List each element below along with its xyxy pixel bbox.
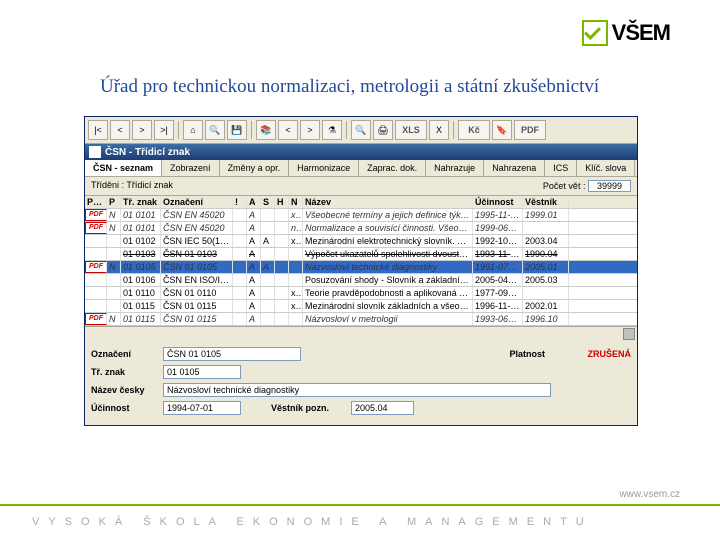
col-header[interactable]: ! — [233, 196, 247, 208]
col-header[interactable]: P — [107, 196, 121, 208]
bookmark-button[interactable]: 🔖 — [492, 120, 512, 140]
nav-next-button[interactable]: > — [132, 120, 152, 140]
detail-tz-field[interactable] — [163, 365, 241, 379]
detail-nazev-label: Název česky — [91, 385, 163, 395]
table-row[interactable]: PDFN01 0115ČSN 01 0115ANázvosloví v metr… — [85, 313, 637, 326]
tab-1[interactable]: Zobrazení — [162, 160, 220, 176]
pdf-icon: PDF — [85, 313, 107, 325]
zoom-button[interactable]: 🔍 — [351, 120, 371, 140]
excel-button[interactable]: X — [429, 120, 449, 140]
window-titlebar: ČSN - Třídicí znak — [85, 144, 637, 160]
col-header[interactable]: Název — [303, 196, 473, 208]
toolbar: |< < > >| ⌂ 🔍 💾 📚 < > ⚗ 🔍 🖨 XLS X Kč 🔖 P… — [85, 117, 637, 144]
table-row[interactable]: PDFN01 0105ČSN 01 0105AANázvosloví techn… — [85, 261, 637, 274]
detail-oznaceni-field[interactable] — [163, 347, 301, 361]
tab-5[interactable]: Nahrazuje — [426, 160, 484, 176]
tab-8[interactable]: Klíč. slova — [577, 160, 635, 176]
col-header[interactable]: N — [289, 196, 303, 208]
table-row[interactable]: 01 0115ČSN 01 0115Ax2Mezinárodní slovník… — [85, 300, 637, 313]
status-badge: ZRUŠENÁ — [587, 349, 631, 359]
brand-name: VŠEM — [612, 20, 670, 46]
lt-button[interactable]: < — [278, 120, 298, 140]
window-title: ČSN - Třídicí znak — [105, 147, 190, 158]
save-button[interactable]: 💾 — [227, 120, 247, 140]
detail-panel: Označení Platnost ZRUŠENÁ Tř. znak Název… — [85, 339, 637, 425]
tab-3[interactable]: Harmonizace — [289, 160, 359, 176]
pdf-icon: PDF — [85, 261, 107, 273]
col-header[interactable]: A — [247, 196, 261, 208]
detail-tz-label: Tř. znak — [91, 367, 163, 377]
table-row[interactable]: 01 0106ČSN EN ISO/IEC 17000APosuzování s… — [85, 274, 637, 287]
footer-url: www.vsem.cz — [619, 489, 680, 500]
count-value: 39999 — [588, 180, 631, 192]
h-scrollbar[interactable] — [85, 326, 637, 339]
price-button[interactable]: Kč — [458, 120, 490, 140]
brand-logo: VŠEM — [582, 20, 670, 46]
col-header[interactable]: S — [261, 196, 275, 208]
detail-oznaceni-label: Označení — [91, 349, 163, 359]
tab-6[interactable]: Nahrazena — [484, 160, 545, 176]
col-header[interactable]: Věstník — [523, 196, 569, 208]
table-row[interactable]: 01 0103ČSN 01 0103AVýpočet ukazatelů spo… — [85, 248, 637, 261]
table-row[interactable]: 01 0102ČSN IEC 50(191)AAx1Mezinárodní el… — [85, 235, 637, 248]
print-button[interactable]: 🖨 — [373, 120, 393, 140]
col-header[interactable]: Označení — [161, 196, 233, 208]
app-window: |< < > >| ⌂ 🔍 💾 📚 < > ⚗ 🔍 🖨 XLS X Kč 🔖 P… — [84, 116, 638, 426]
footer-text: VYSOKÁ ŠKOLA EKONOMIE A MANAGEMENTU — [32, 516, 593, 528]
tab-2[interactable]: Změny a opr. — [220, 160, 290, 176]
tab-0[interactable]: ČSN - seznam — [85, 160, 162, 176]
col-header[interactable]: PDF — [85, 196, 107, 208]
detail-ve-label: Věstník pozn. — [271, 403, 351, 413]
detail-uc-label: Účinnost — [91, 403, 163, 413]
detail-platnost-label: Platnost — [509, 349, 581, 359]
results-grid: PDFPTř. znakOznačení!ASHNNázevÚčinnostVě… — [85, 196, 637, 339]
filter-bar: Tříděni : Třídicí znak Počet vět : 39999 — [85, 177, 637, 196]
find-button[interactable]: 🔍 — [205, 120, 225, 140]
sort-label: Tříděni : — [91, 180, 124, 190]
col-header[interactable]: Tř. znak — [121, 196, 161, 208]
home-button[interactable]: ⌂ — [183, 120, 203, 140]
sort-value: Třídicí znak — [126, 180, 173, 190]
table-row[interactable]: PDFN01 0101ČSN EN 45020Ax1Všeobecné term… — [85, 209, 637, 222]
page-title: Úřad pro technickou normalizaci, metrolo… — [100, 76, 599, 98]
nav-last-button[interactable]: >| — [154, 120, 174, 140]
doc-icon — [89, 146, 101, 158]
tab-7[interactable]: ICS — [545, 160, 577, 176]
filter-button[interactable]: ⚗ — [322, 120, 342, 140]
footer-divider — [0, 504, 720, 506]
detail-uc-field[interactable] — [163, 401, 241, 415]
xls-button[interactable]: XLS — [395, 120, 427, 140]
detail-ve-field[interactable] — [351, 401, 414, 415]
col-header[interactable]: H — [275, 196, 289, 208]
gt-button[interactable]: > — [300, 120, 320, 140]
table-row[interactable]: PDFN01 0101ČSN EN 45020An1Normalizace a … — [85, 222, 637, 235]
detail-nazev-field[interactable] — [163, 383, 551, 397]
pdf-icon: PDF — [85, 222, 107, 234]
check-icon — [582, 20, 608, 46]
count-label: Počet vět : — [543, 181, 586, 191]
nav-prev-button[interactable]: < — [110, 120, 130, 140]
nav-first-button[interactable]: |< — [88, 120, 108, 140]
pdf-icon: PDF — [85, 209, 107, 221]
pdf-button[interactable]: PDF — [514, 120, 546, 140]
grid-header: PDFPTř. znakOznačení!ASHNNázevÚčinnostVě… — [85, 196, 637, 209]
tabs: ČSN - seznamZobrazeníZměny a opr.Harmoni… — [85, 160, 637, 177]
table-row[interactable]: 01 0110ČSN 01 0110Ax2Teorie pravděpodobn… — [85, 287, 637, 300]
col-header[interactable]: Účinnost — [473, 196, 523, 208]
library-button[interactable]: 📚 — [256, 120, 276, 140]
tab-4[interactable]: Zaprac. dok. — [359, 160, 426, 176]
